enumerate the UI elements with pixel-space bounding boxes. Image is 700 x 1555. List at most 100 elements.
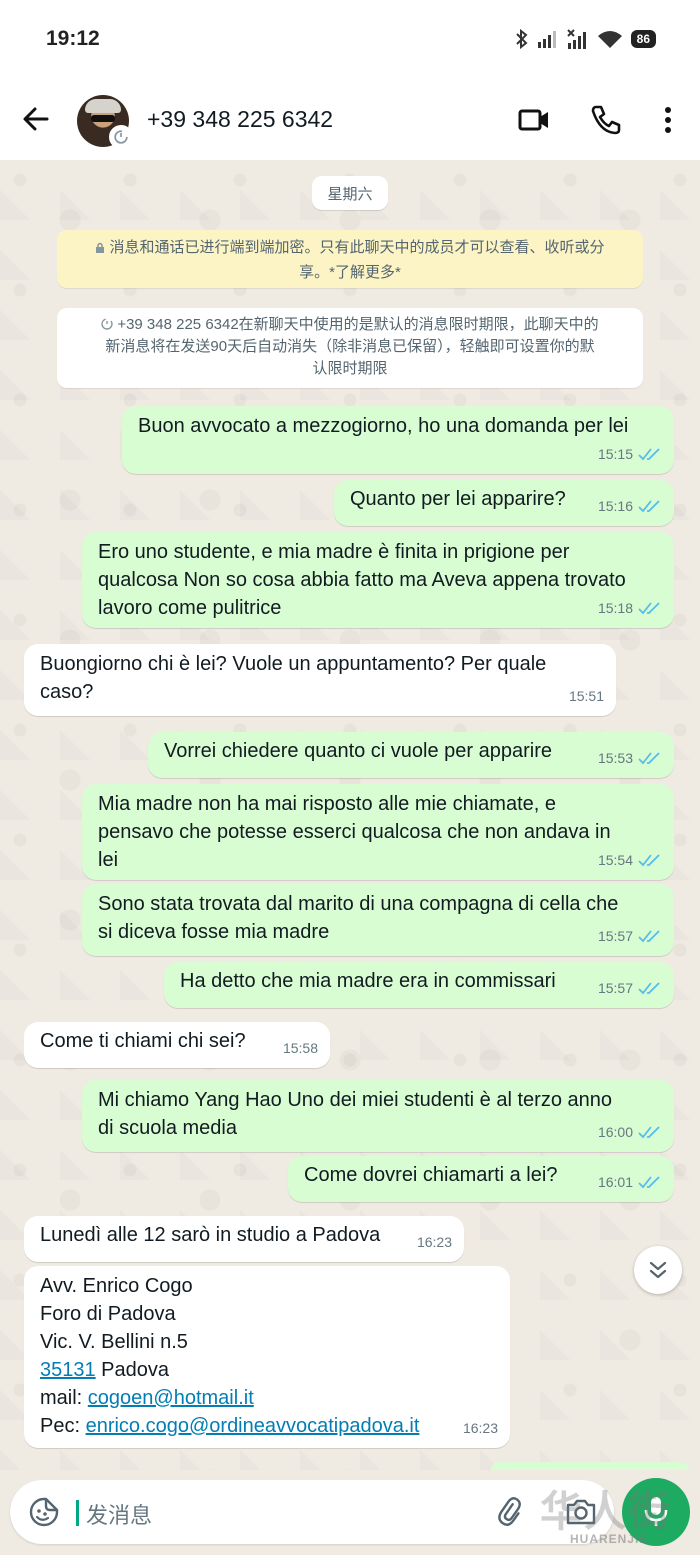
pec-link[interactable]: enrico.cogo@ordineavvocatipadova.it: [86, 1415, 420, 1437]
message-time: 15:57: [597, 928, 633, 944]
message-time: 16:23: [462, 1420, 498, 1436]
double-check-icon: [638, 752, 660, 765]
chat-area[interactable]: 星期六 消息和通话已进行端到端加密。只有此聊天中的成员才可以查看、收听或分 享。…: [0, 160, 700, 1472]
watermark-logo: 华人街: [540, 1487, 673, 1536]
message-text-line: caso?: [40, 681, 94, 703]
timer-notice-line2: 新消息将在发送90天后自动消失（除非消息已保留），轻触即可设置你的默: [105, 338, 595, 355]
message-time: 15:15: [597, 446, 633, 462]
message-text-line: Mi chiamo Yang Hao Uno dei miei studenti…: [98, 1089, 612, 1111]
message-meta: 16:01: [598, 1168, 662, 1196]
attach-icon[interactable]: [494, 1496, 524, 1528]
message-input-bar[interactable]: 发消息: [10, 1480, 614, 1544]
encryption-notice-line1: 消息和通话已进行端到端加密。只有此聊天中的成员才可以查看、收听或分: [75, 235, 625, 260]
message-outgoing[interactable]: Mi chiamo Yang Hao Uno dei miei studenti…: [82, 1080, 674, 1152]
watermark-subtext: HUARENJIE: [570, 1532, 649, 1546]
message-time: 15:18: [597, 600, 633, 616]
message-incoming[interactable]: Come ti chiami chi sei? 15:58: [24, 1022, 330, 1068]
message-time: 16:23: [416, 1234, 452, 1250]
message-text: Come ti chiami chi sei?: [40, 1030, 246, 1052]
scroll-to-bottom-button[interactable]: [634, 1246, 682, 1294]
message-incoming[interactable]: Lunedì alle 12 sarò in studio a Padova 1…: [24, 1216, 464, 1262]
message-time: 15:54: [597, 852, 633, 868]
avatar[interactable]: [77, 95, 133, 149]
message-time: 15:58: [282, 1040, 318, 1056]
video-call-icon[interactable]: [516, 102, 552, 138]
double-check-icon: [638, 1176, 660, 1189]
composer: 发消息 华人街 HUARENJIE: [0, 1470, 700, 1555]
message-time: 16:01: [597, 1174, 633, 1190]
contact-name[interactable]: +39 348 225 6342: [147, 106, 333, 133]
double-check-icon: [638, 1126, 660, 1139]
card-line-name: Avv. Enrico Cogo: [40, 1275, 193, 1297]
message-outgoing[interactable]: Come dovrei chiamarti a lei? 16:01: [288, 1156, 674, 1202]
message-text-line: lei: [98, 849, 119, 871]
message-outgoing[interactable]: Buon avvocato a mezzogiorno, ho una doma…: [122, 406, 674, 474]
double-check-icon: [638, 854, 660, 867]
wifi-icon: [597, 31, 622, 48]
message-meta: 15:51: [569, 682, 604, 710]
message-time: 16:00: [597, 1124, 633, 1140]
text-cursor: [76, 1500, 79, 1526]
mail-link[interactable]: cogoen@hotmail.it: [88, 1387, 254, 1409]
message-outgoing[interactable]: Ero uno studente, e mia madre è finita i…: [82, 532, 674, 628]
message-text: Ha detto che mia madre era in commissari: [180, 970, 556, 992]
message-outgoing[interactable]: Sono stata trovata dal marito di una com…: [82, 884, 674, 956]
card-line-court: Foro di Padova: [40, 1303, 176, 1325]
phone-icon[interactable]: [588, 102, 624, 138]
status-icons: 86: [515, 28, 656, 50]
message-outgoing[interactable]: Mia madre non ha mai risposto alle mie c…: [82, 784, 674, 880]
lock-icon: [96, 242, 105, 253]
encryption-notice[interactable]: 消息和通话已进行端到端加密。只有此聊天中的成员才可以查看、收听或分 享。*了解更…: [57, 230, 643, 288]
date-chip: 星期六: [312, 176, 388, 210]
message-text: Lunedì alle 12 sarò in studio a Padova: [40, 1224, 381, 1246]
avatar-hair: [85, 99, 121, 113]
message-meta: 15:53: [598, 744, 662, 772]
card-line-city: 35131 Padova: [40, 1356, 494, 1384]
message-text-line: Sono stata trovata dal marito di una com…: [98, 893, 619, 915]
message-text: Vorrei chiedere quanto ci vuole per appa…: [164, 740, 553, 762]
disappearing-messages-notice[interactable]: +39 348 225 6342在新聊天中使用的是默认的消息限时期限，此聊天中的…: [57, 308, 643, 388]
card-line-pec: Pec: enrico.cogo@ordineavvocatipadova.it: [40, 1412, 494, 1440]
message-incoming[interactable]: Buongiorno chi è lei? Vuole un appuntame…: [24, 644, 616, 716]
signal-icon: [537, 31, 556, 48]
message-text-line: Mia madre non ha mai risposto alle mie c…: [98, 793, 556, 815]
message-text-line: qualcosa Non so cosa abbia fatto ma Avev…: [98, 569, 626, 591]
double-check-icon: [638, 982, 660, 995]
pec-label: Pec:: [40, 1415, 86, 1437]
message-meta: 15:58: [283, 1034, 318, 1062]
more-vert-icon[interactable]: [650, 102, 686, 138]
double-check-icon: [638, 500, 660, 513]
message-outgoing[interactable]: Quanto per lei apparire? 15:16: [334, 480, 674, 526]
message-meta: 15:54: [598, 846, 662, 874]
double-check-icon: [638, 930, 660, 943]
message-meta: 15:57: [598, 922, 662, 950]
card-line-mail: mail: cogoen@hotmail.it: [40, 1384, 494, 1412]
timer-notice-line1: +39 348 225 6342在新聊天中使用的是默认的消息限时期限，此聊天中的: [73, 314, 627, 336]
double-check-icon: [638, 602, 660, 615]
message-text-line: lavoro come pulitrice: [98, 597, 282, 619]
double-check-icon: [638, 448, 660, 461]
message-outgoing[interactable]: Vorrei chiedere quanto ci vuole per appa…: [148, 732, 674, 778]
chevron-down-icon: [649, 1261, 667, 1279]
back-arrow-icon[interactable]: [20, 103, 52, 135]
message-meta: 16:23: [463, 1414, 498, 1442]
message-input-placeholder[interactable]: 发消息: [86, 1498, 152, 1530]
message-time: 15:57: [597, 980, 633, 996]
message-time: 15:51: [568, 688, 604, 704]
bluetooth-icon: [515, 28, 528, 50]
message-meta: 16:23: [417, 1228, 452, 1256]
city-text: Padova: [95, 1359, 170, 1381]
message-time: 15:53: [597, 750, 633, 766]
message-incoming-contact-card[interactable]: Avv. Enrico Cogo Foro di Padova Vic. V. …: [24, 1266, 510, 1448]
card-line-address: Vic. V. Bellini n.5: [40, 1331, 188, 1353]
zip-link[interactable]: 35131: [40, 1359, 96, 1381]
message-outgoing[interactable]: Ha detto che mia madre era in commissari…: [164, 962, 674, 1008]
message-meta: 15:57: [598, 974, 662, 1002]
message-text-line: si diceva fosse mia madre: [98, 921, 330, 943]
disappearing-timer-icon: [109, 125, 133, 149]
message-meta: 15:18: [598, 594, 662, 622]
emoji-sticker-icon[interactable]: [28, 1496, 60, 1528]
chat-header: +39 348 225 6342: [0, 78, 700, 160]
battery-level: 86: [630, 30, 656, 48]
message-text-line: Buongiorno chi è lei? Vuole un appuntame…: [40, 653, 547, 675]
